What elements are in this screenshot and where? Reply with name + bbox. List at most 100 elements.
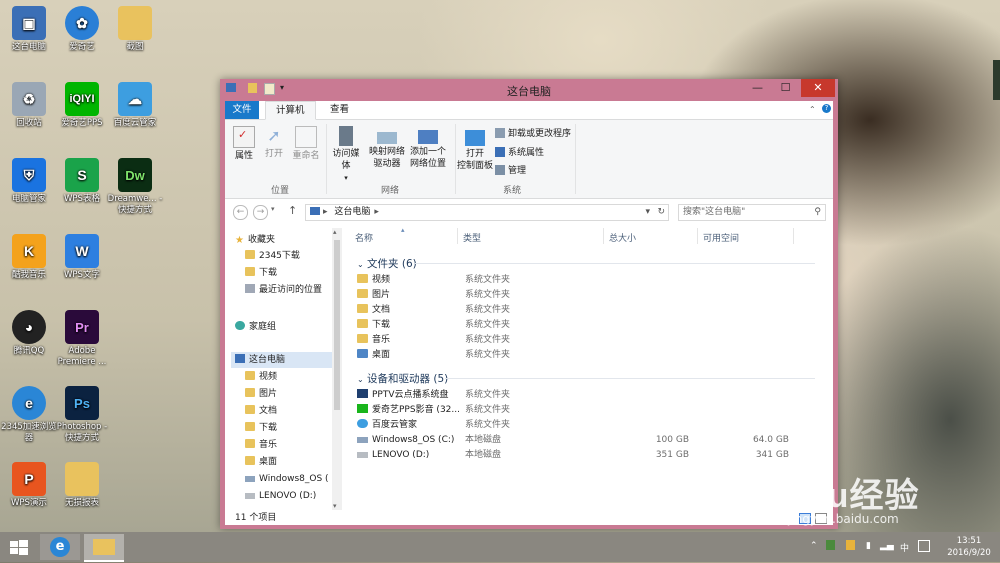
list-item[interactable]: 下载 系统文件夹 (357, 318, 817, 333)
network-icon[interactable]: ▂▄ (880, 541, 894, 551)
scroll-up-icon[interactable]: ▴ (333, 228, 337, 236)
scrollbar-thumb[interactable] (334, 240, 340, 410)
column-header-type[interactable]: 类型 (463, 231, 481, 244)
desktop-icon-premiere[interactable]: Pr Adobe Premiere ... (53, 310, 111, 368)
list-item[interactable]: 爱奇艺PPS影音 (32... 系统文件夹 (357, 403, 817, 418)
refresh-icon[interactable]: ↻ (657, 205, 665, 220)
desktop-icon-wps-present[interactable]: P WPS演示 (0, 462, 58, 509)
list-item[interactable]: 桌面 系统文件夹 (357, 348, 817, 363)
item-type: 本地磁盘 (465, 450, 502, 460)
help-icon[interactable]: ? (822, 104, 831, 113)
maximize-button[interactable]: ☐ (772, 79, 799, 97)
keyboard-icon[interactable] (918, 540, 930, 552)
forward-arrow-icon[interactable]: → (253, 205, 268, 220)
nav-item-documents[interactable]: 文档 (245, 403, 345, 419)
list-item[interactable]: Windows8_OS (C:) 本地磁盘 100 GB 64.0 GB (357, 433, 817, 448)
add-network-location-button[interactable]: 添加一个 网络位置 (407, 126, 449, 170)
battery-icon[interactable]: ▮ (866, 541, 871, 551)
desktop-icon-this-pc[interactable]: ▣ 这台电脑 (0, 6, 58, 53)
ime-indicator[interactable]: 中 (900, 541, 909, 554)
tray-shield-icon[interactable] (846, 540, 855, 550)
recent-locations-chevron-icon[interactable]: ▾ (271, 205, 275, 213)
nav-this-pc[interactable]: 这台电脑 (231, 352, 335, 368)
desktop-icon-qq[interactable]: ◕ 腾讯QQ (0, 310, 58, 357)
open-control-panel-button[interactable]: 打开 控制面板 (457, 126, 493, 172)
breadcrumb[interactable]: 这台电脑 (334, 207, 370, 217)
nav-item-drive-c[interactable]: Windows8_OS ( (245, 471, 331, 487)
properties-button[interactable]: ✓ 属性 (231, 126, 257, 162)
column-divider[interactable] (697, 228, 698, 244)
start-button[interactable] (0, 534, 40, 560)
nav-item-desktop[interactable]: 桌面 (245, 454, 345, 470)
tab-file[interactable]: 文件 (225, 101, 259, 119)
column-header-total-size[interactable]: 总大小 (609, 231, 636, 244)
desktop-icon-wps-sheet[interactable]: S WPS表格 (53, 158, 111, 205)
nav-item-2345-download[interactable]: 2345下载 (245, 248, 345, 264)
column-divider[interactable] (457, 228, 458, 244)
nav-item-videos[interactable]: 视频 (245, 369, 345, 385)
navigation-scrollbar[interactable]: ▴ ▾ (332, 228, 342, 510)
nav-homegroup[interactable]: 家庭组 (235, 319, 345, 335)
rename-button[interactable]: 重命名 (291, 126, 321, 162)
column-divider[interactable] (603, 228, 604, 244)
ribbon-collapse-icon[interactable]: ⌃ (809, 105, 816, 114)
group-header-folders[interactable]: ⌄ 文件夹 (6) (357, 256, 417, 271)
list-item[interactable]: 图片 系统文件夹 (357, 288, 817, 303)
list-item[interactable]: 视频 系统文件夹 (357, 273, 817, 288)
desktop-icon-2345-browser[interactable]: e 2345加速浏览器 (0, 386, 58, 444)
clock[interactable]: 13:51 2016/9/20 (940, 535, 998, 559)
desktop-icon-kuwo[interactable]: K 酷我音乐 (0, 234, 58, 281)
wps-presentation-icon: P (12, 462, 46, 496)
group-header-devices[interactable]: ⌄ 设备和驱动器 (5) (357, 371, 448, 386)
nav-item-recent-places[interactable]: 最近访问的位置 (245, 282, 345, 298)
address-dropdown-icon[interactable]: ▾ (645, 205, 650, 220)
access-media-button[interactable]: 访问媒体 ▾ (329, 126, 363, 184)
column-header-name[interactable]: 名称 (355, 231, 373, 244)
system-properties-button[interactable]: 系统属性 (495, 147, 544, 159)
breadcrumb-chevron-icon[interactable]: ▸ (374, 207, 379, 217)
taskbar-explorer-button[interactable] (84, 534, 124, 562)
nav-item-downloads[interactable]: 下载 (245, 265, 345, 281)
desktop-icon-wps-writer[interactable]: W WPS文字 (53, 234, 111, 281)
up-arrow-icon[interactable]: ↑ (288, 204, 297, 217)
list-item[interactable]: 音乐 系统文件夹 (357, 333, 817, 348)
uninstall-programs-button[interactable]: 卸载或更改程序 (495, 128, 571, 140)
tab-view[interactable]: 查看 (320, 101, 359, 119)
tab-computer[interactable]: 计算机 (265, 101, 316, 120)
title-bar[interactable]: ▾ 这台电脑 — ☐ ✕ (220, 79, 838, 101)
nav-item-pictures[interactable]: 图片 (245, 386, 345, 402)
search-icon[interactable]: ⚲ (814, 205, 821, 220)
minimize-button[interactable]: — (744, 79, 771, 97)
show-hidden-icons-icon[interactable]: ⌃ (810, 541, 818, 551)
tray-app-icon[interactable] (826, 540, 835, 550)
back-arrow-icon[interactable]: ← (233, 205, 248, 220)
nav-item-drive-d[interactable]: LENOVO (D:) (245, 488, 345, 504)
taskbar-ie-button[interactable]: e (40, 534, 80, 560)
rename-label: 重命名 (292, 151, 320, 161)
scroll-down-icon[interactable]: ▾ (333, 502, 337, 510)
list-item[interactable]: 文档 系统文件夹 (357, 303, 817, 318)
desktop-icon-pc-manager[interactable]: ⛨ 电脑管家 (0, 158, 58, 205)
manage-button[interactable]: 管理 (495, 165, 526, 177)
desktop-icon-recycle-bin[interactable]: ♻ 回收站 (0, 82, 58, 129)
list-item[interactable]: 百度云管家 系统文件夹 (357, 418, 817, 433)
breadcrumb-separator-icon[interactable]: ▸ (323, 207, 328, 217)
desktop-icon-iqiyi[interactable]: ✿ 爱奇艺 (53, 6, 111, 53)
nav-item-downloads-pc[interactable]: 下载 (245, 420, 345, 436)
map-network-drive-button[interactable]: 映射网络 驱动器 (367, 126, 407, 170)
search-input[interactable]: 搜索"这台电脑" ⚲ (678, 204, 826, 221)
column-header-free-space[interactable]: 可用空间 (703, 231, 739, 244)
desktop-icon-folder[interactable]: 无损报表 (53, 462, 111, 509)
nav-item-music[interactable]: 音乐 (245, 437, 345, 453)
desktop-icon-baidu-cloud[interactable]: ☁ 百度云管家 (106, 82, 164, 129)
desktop-icon-dreamweaver[interactable]: Dw Dreamwe... - 快捷方式 (106, 158, 164, 216)
address-bar[interactable]: ▸ 这台电脑 ▸ ▾ ↻ (305, 204, 669, 221)
list-item[interactable]: PPTV云点播系统盘 系统文件夹 (357, 388, 817, 403)
column-divider[interactable] (793, 228, 794, 244)
open-button[interactable]: ➚ 打开 (261, 126, 287, 160)
desktop-icon-iqiyi-pps[interactable]: iQIYI 爱奇艺PPS (53, 82, 111, 129)
nav-favorites[interactable]: ★ 收藏夹 (235, 232, 345, 248)
close-button[interactable]: ✕ (801, 79, 835, 97)
desktop-icon-photoshop[interactable]: Ps Photoshop - 快捷方式 (53, 386, 111, 444)
desktop-icon-screenshot[interactable]: 截图 (106, 6, 164, 53)
